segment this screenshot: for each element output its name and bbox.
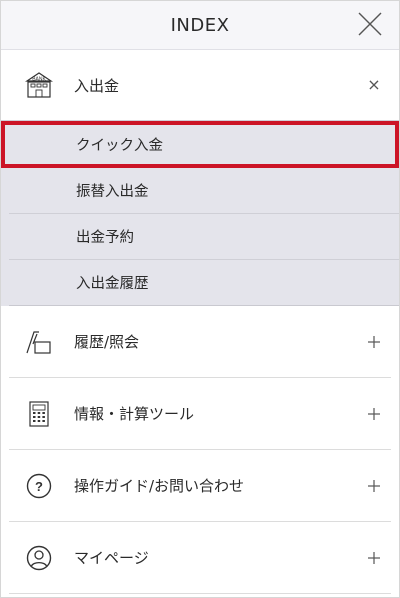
bank-icon: BANK [25,72,53,98]
menu-item-mypage-label: マイページ [74,549,149,567]
menu-item-guide-contact[interactable]: ? 操作ガイド/お問い合わせ [9,450,391,522]
collapse-icon[interactable]: × [367,77,381,93]
menu-item-deposit-label: 入出金 [74,76,120,95]
expand-icon[interactable] [367,407,381,421]
menu-item-mypage[interactable]: マイページ [9,522,391,594]
submenu-item-deposit-history[interactable]: 入出金履歴 [9,260,399,306]
submenu-item-quick-deposit[interactable]: クイック入金 [1,121,399,168]
menu-item-history[interactable]: 履歴/照会 [9,306,391,378]
document-history-icon [26,330,51,354]
calculator-icon [29,400,49,427]
expand-icon[interactable] [367,479,381,493]
submenu-item-label: 振替入出金 [76,184,149,200]
expand-icon[interactable] [367,551,381,565]
menu-header: INDEX [1,1,399,50]
menu-title: INDEX [170,14,230,36]
submenu-item-label: 入出金履歴 [76,276,149,292]
submenu-item-withdrawal-reservation[interactable]: 出金予約 [9,214,399,260]
menu-item-info-tools-label: 情報・計算ツール [74,405,195,423]
svg-text:?: ? [35,479,43,494]
deposit-submenu: クイック入金 振替入出金 出金予約 入出金履歴 [1,120,399,306]
close-icon[interactable] [357,11,383,37]
menu-item-guide-contact-label: 操作ガイド/お問い合わせ [74,477,245,495]
question-circle-icon: ? [26,473,52,498]
menu-item-info-tools[interactable]: 情報・計算ツール [9,378,391,450]
user-circle-icon [26,545,52,570]
menu-item-history-label: 履歴/照会 [74,333,140,351]
submenu-item-transfer[interactable]: 振替入出金 [9,168,399,214]
submenu-item-label: 出金予約 [76,230,134,246]
expand-icon[interactable] [367,335,381,349]
submenu-item-label: クイック入金 [76,138,163,154]
menu-item-deposit[interactable]: BANK 入出金 × [9,50,391,120]
index-menu-panel: INDEX BANK 入出金 × クイック入金 振替入出金 出金予約 入出金履歴… [0,0,400,598]
